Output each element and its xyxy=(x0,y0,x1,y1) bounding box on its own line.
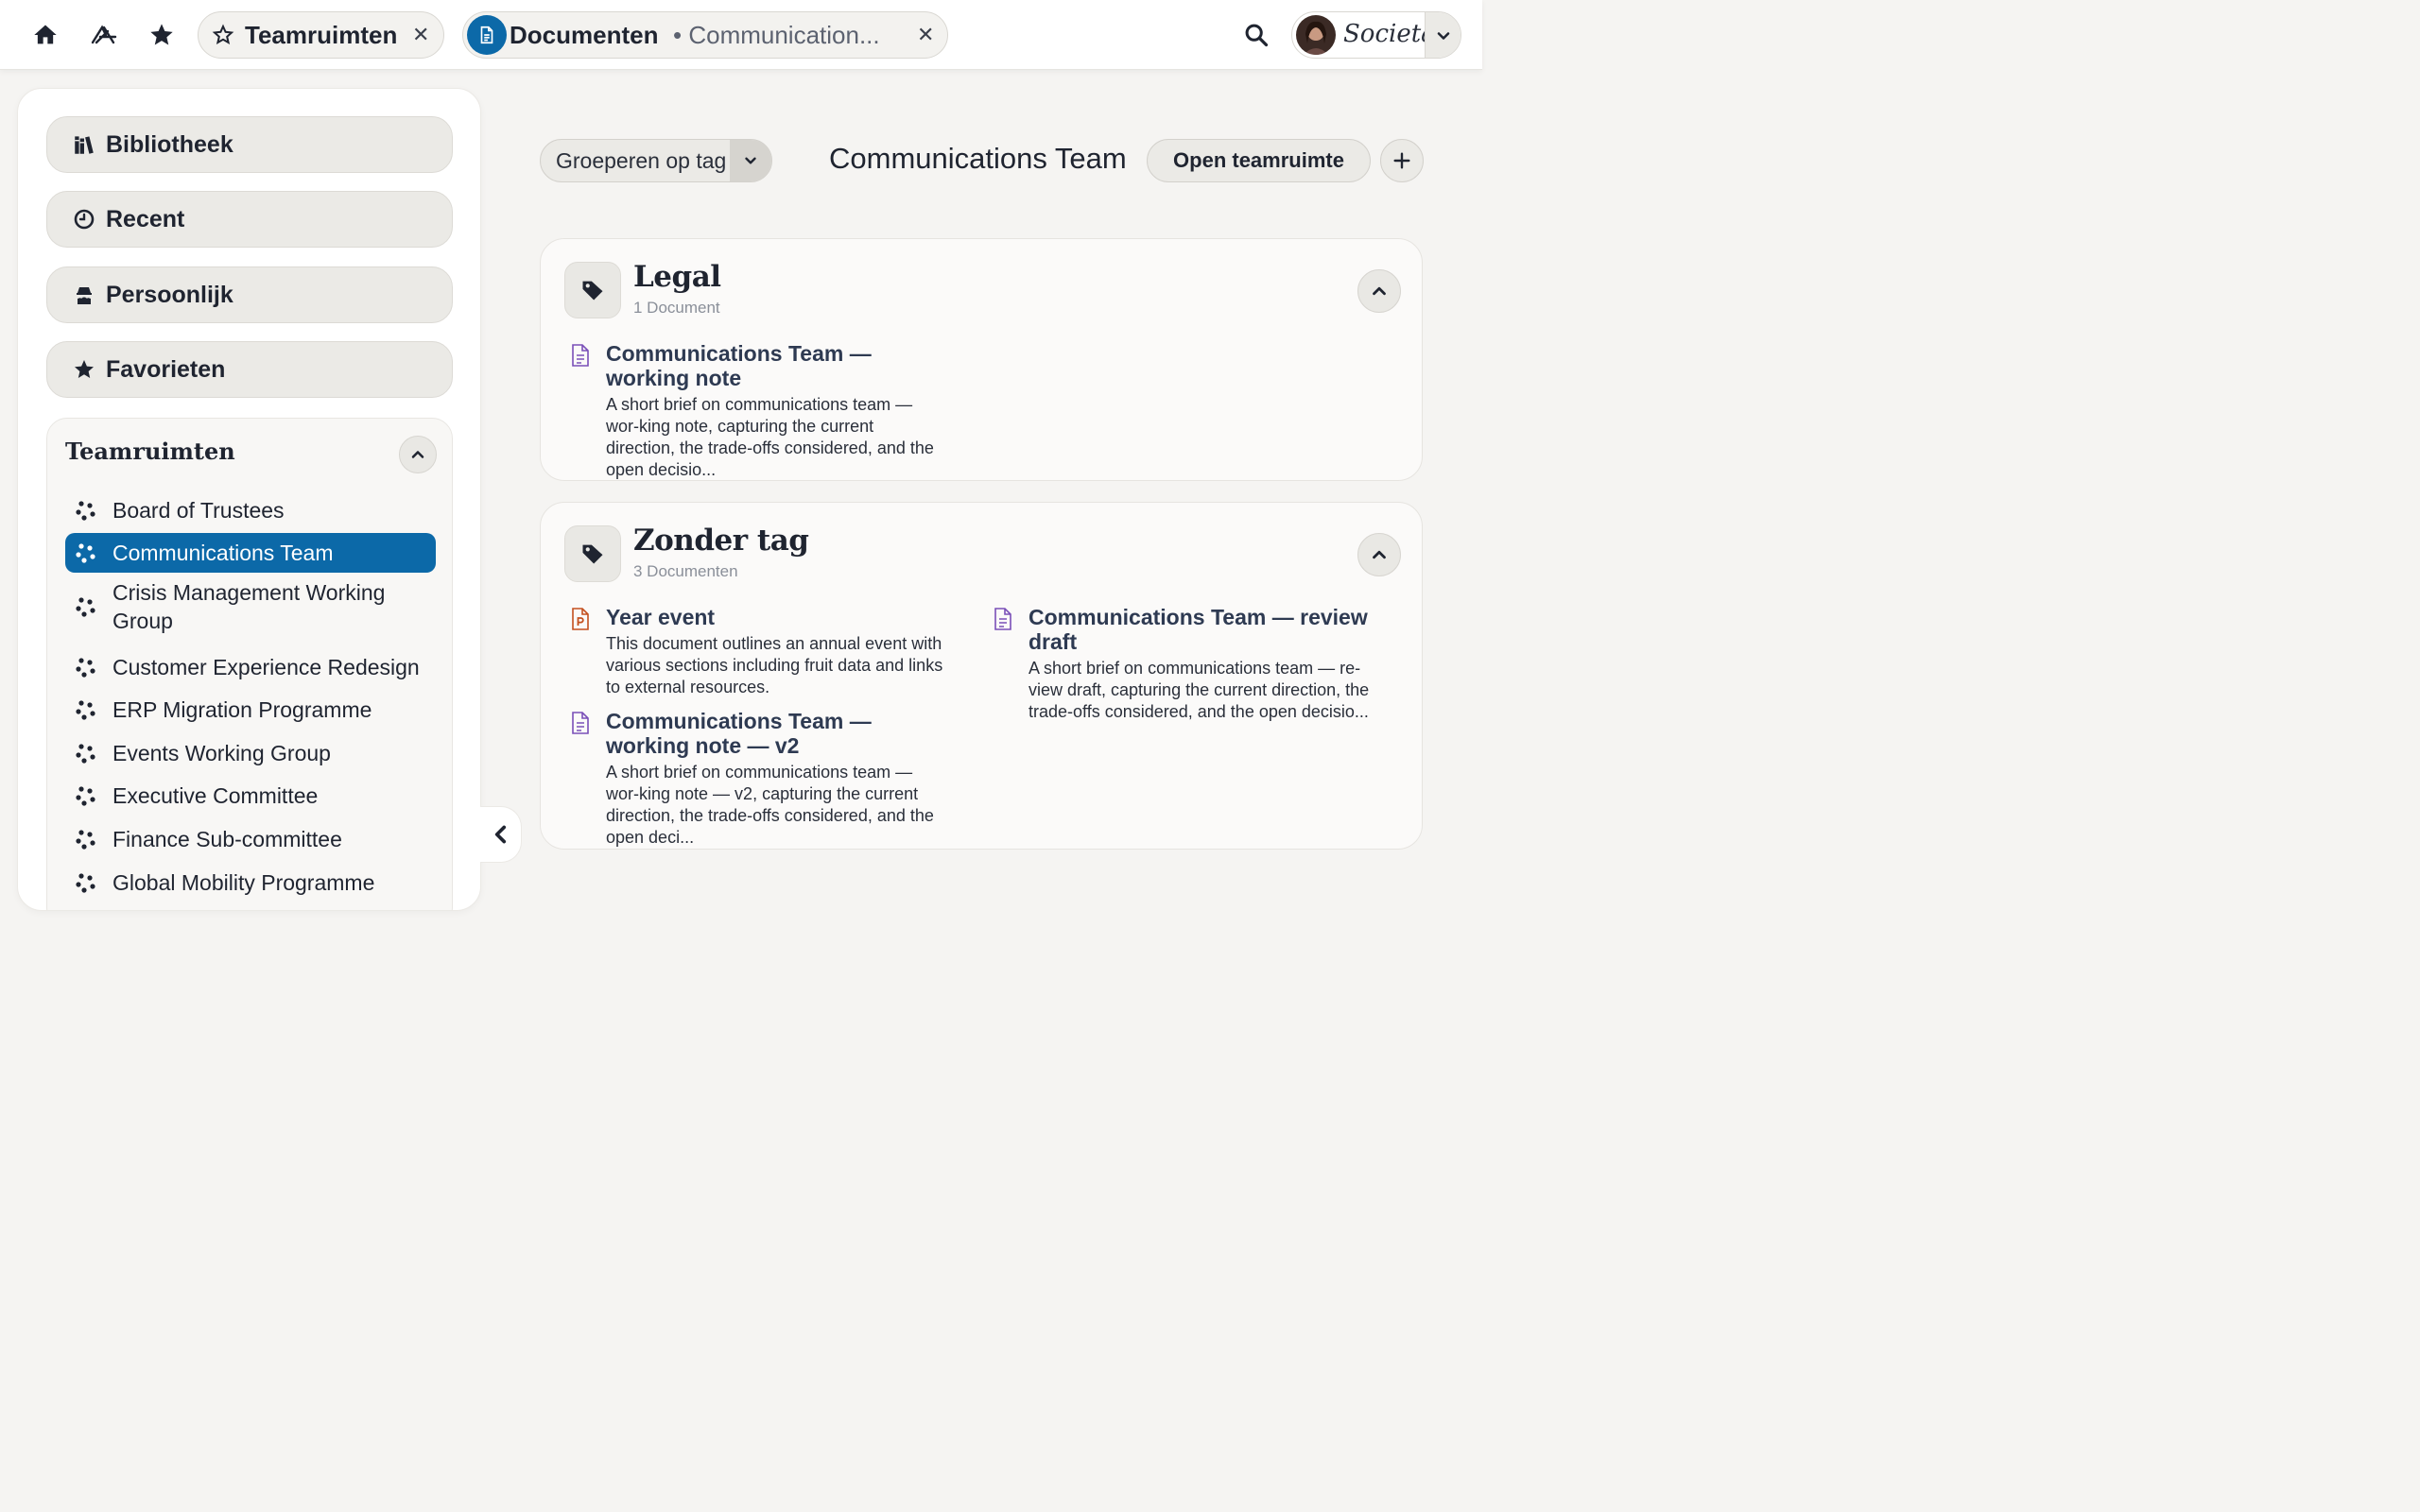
add-button[interactable] xyxy=(1380,139,1424,182)
sidebar-item-label: Bibliotheek xyxy=(106,130,233,158)
text-document-icon xyxy=(572,344,589,367)
page-title: Communications Team xyxy=(829,142,1127,175)
sidebar: Bibliotheek Recent Persoonlijk Favoriete… xyxy=(17,88,481,911)
document-item[interactable]: Communications Team — review draft A sho… xyxy=(992,605,1370,723)
team-icon xyxy=(76,786,95,806)
sidebar-team-item[interactable]: Events Working Group xyxy=(65,733,436,773)
document-description: A short brief on communications team — w… xyxy=(606,763,934,847)
document-item[interactable]: Communications Team — working note A sho… xyxy=(569,341,947,481)
team-name: Crisis Management Working Group xyxy=(112,580,386,633)
chevron-up-icon xyxy=(411,451,424,458)
sidebar-item-label: Favorieten xyxy=(106,355,226,383)
collapse-group-button[interactable] xyxy=(1357,533,1401,576)
sidebar-team-item[interactable]: Global Mobility Programme xyxy=(65,863,436,902)
group-count: 1 Document xyxy=(633,299,720,317)
incognito-icon xyxy=(72,283,96,307)
collapse-group-button[interactable] xyxy=(1357,269,1401,313)
collapse-teams-button[interactable] xyxy=(399,436,437,473)
team-name: ERP Migration Programme xyxy=(112,697,372,722)
team-icon xyxy=(76,700,95,720)
team-icon xyxy=(76,830,95,850)
tab-documenten[interactable]: Documenten • Communication... ✕ xyxy=(462,11,948,59)
document-title: Communications Team — working note — v2 xyxy=(606,709,872,758)
close-icon[interactable]: ✕ xyxy=(917,23,934,47)
sidebar-item-recent[interactable]: Recent xyxy=(46,191,453,248)
top-bar: Teamruimten ✕ Documenten • Communication… xyxy=(0,0,1482,70)
tag-group-legal: Legal 1 Document Communications Team — w… xyxy=(540,238,1423,481)
team-name: Communications Team xyxy=(112,541,334,565)
sidebar-item-persoonlijk[interactable]: Persoonlijk xyxy=(46,266,453,323)
favorites-star-icon[interactable] xyxy=(143,16,181,54)
team-icon xyxy=(76,597,95,617)
close-icon[interactable]: ✕ xyxy=(412,23,429,47)
logo-icon[interactable] xyxy=(85,16,123,54)
chevron-up-icon xyxy=(1373,286,1386,296)
team-icon xyxy=(76,501,95,521)
tab-teamruimten[interactable]: Teamruimten ✕ xyxy=(198,11,444,59)
team-name: Global Mobility Programme xyxy=(112,870,375,895)
sidebar-team-item[interactable]: ERP Migration Programme xyxy=(65,690,436,730)
sidebar-team-item[interactable]: Customer Experience Redesign xyxy=(65,647,436,687)
team-icon xyxy=(76,744,95,764)
chevron-down-icon[interactable] xyxy=(730,140,771,181)
sidebar-team-item[interactable]: Communications Team xyxy=(65,533,436,573)
team-icon xyxy=(76,543,95,563)
text-document-icon xyxy=(994,608,1011,630)
sidebar-item-bibliotheek[interactable]: Bibliotheek xyxy=(46,116,453,173)
user-menu[interactable]: Societas xyxy=(1291,11,1461,59)
document-title: Communications Team — working note xyxy=(606,341,872,390)
teamspace-icon xyxy=(212,24,234,46)
sidebar-item-label: Recent xyxy=(106,205,185,232)
tag-icon xyxy=(564,525,621,582)
sidebar-team-item[interactable]: Finance Sub-committee xyxy=(65,819,436,859)
team-name: Executive Committee xyxy=(112,783,319,808)
sidebar-team-item[interactable]: Board of Trustees xyxy=(65,490,436,530)
document-item[interactable]: Communications Team — working note — v2 … xyxy=(569,709,947,849)
sidebar-team-item[interactable]: Executive Committee xyxy=(65,776,436,816)
group-by-select[interactable]: Groeperen op tag xyxy=(540,139,772,182)
books-icon xyxy=(72,132,96,157)
team-name: Finance Sub-committee xyxy=(112,827,342,851)
teamspaces-panel: Teamruimten Board of Trustees Communicati… xyxy=(46,418,453,910)
open-teamspace-button[interactable]: Open teamruimte xyxy=(1147,139,1371,182)
sidebar-item-favorieten[interactable]: Favorieten xyxy=(46,341,453,398)
team-name: Events Working Group xyxy=(112,741,331,765)
document-description: A short brief on communications team — w… xyxy=(606,395,934,479)
tab-title: Documenten xyxy=(510,20,659,49)
group-title: Zonder tag xyxy=(633,524,809,558)
tab-subtitle: • Communication... xyxy=(673,20,880,49)
tag-icon xyxy=(564,262,621,318)
home-icon[interactable] xyxy=(26,16,64,54)
team-name: Customer Experience Redesign xyxy=(112,655,420,679)
search-icon[interactable] xyxy=(1237,16,1275,54)
chevron-down-icon[interactable] xyxy=(1425,12,1461,58)
sidebar-item-label: Persoonlijk xyxy=(106,281,233,308)
document-description: A short brief on communications team — r… xyxy=(1028,659,1370,721)
team-icon xyxy=(76,658,95,678)
document-icon xyxy=(467,15,507,55)
teamspaces-title: Teamruimten xyxy=(65,438,235,465)
text-document-icon xyxy=(572,712,589,734)
team-icon xyxy=(76,873,95,893)
presentation-icon xyxy=(572,608,589,630)
document-item[interactable]: Year event This document outlines an ann… xyxy=(569,605,947,698)
document-title: Year event xyxy=(606,605,716,629)
collapse-sidebar-button[interactable] xyxy=(480,806,522,863)
clock-icon xyxy=(72,207,96,232)
star-icon xyxy=(72,357,96,382)
sidebar-team-item[interactable]: Crisis Management Working Group xyxy=(65,576,436,637)
document-description: This document outlines an annual event w… xyxy=(606,634,943,696)
tab-title: Teamruimten xyxy=(245,20,398,49)
group-by-label: Groeperen op tag xyxy=(556,147,727,173)
group-count: 3 Documenten xyxy=(633,562,738,580)
chevron-up-icon xyxy=(1373,550,1386,559)
tag-group-zonder-tag: Zonder tag 3 Documenten Year event This … xyxy=(540,502,1423,850)
document-title: Communications Team — review draft xyxy=(1028,605,1368,654)
chevron-left-icon xyxy=(494,825,506,844)
group-title: Legal xyxy=(633,260,721,294)
plus-icon xyxy=(1393,152,1410,169)
avatar xyxy=(1296,15,1336,55)
team-name: Board of Trustees xyxy=(112,498,285,523)
